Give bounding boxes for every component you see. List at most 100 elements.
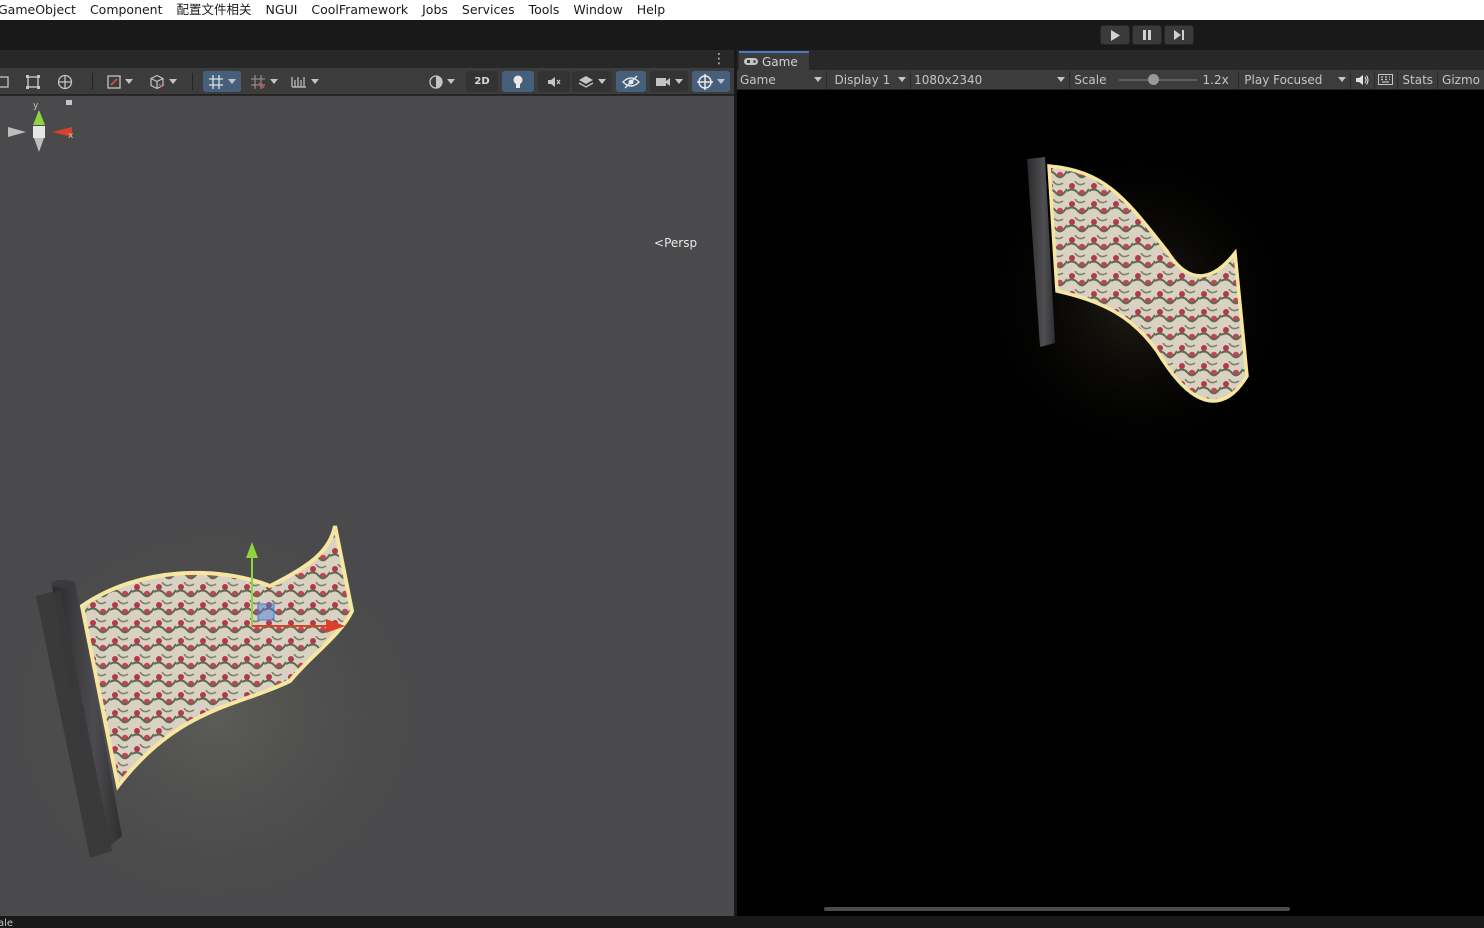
menu-component[interactable]: Component <box>83 0 170 20</box>
resolution-dropdown[interactable]: 1080x2340 <box>911 70 1071 89</box>
game-render <box>967 131 1307 471</box>
scene-render <box>0 496 455 916</box>
tool-partial-button[interactable] <box>0 71 12 92</box>
step-button[interactable] <box>1164 25 1194 45</box>
scene-tab-bar: ⋮ <box>0 50 734 68</box>
play-icon <box>1111 29 1120 41</box>
game-mode-dropdown[interactable]: Game <box>737 70 827 89</box>
persp-label: Persp <box>664 236 698 250</box>
scale-slider[interactable] <box>1118 73 1197 85</box>
pivot-dropdown[interactable] <box>102 71 138 92</box>
draw-mode-dropdown[interactable] <box>424 71 460 92</box>
chevron-down-icon <box>898 77 907 82</box>
chevron-down-icon <box>447 79 455 84</box>
menu-bar: GameObject Component 配置文件相关 NGUI CoolFra… <box>0 0 1484 20</box>
increment-snap-dropdown[interactable] <box>286 71 324 92</box>
menu-coolframework[interactable]: CoolFramework <box>304 0 415 20</box>
scene-toolbar: 2D <box>0 68 734 95</box>
gizmos-dropdown[interactable] <box>692 71 730 92</box>
layers-effects-icon <box>578 75 594 88</box>
pause-button[interactable] <box>1132 25 1162 45</box>
grid-icon <box>209 74 223 89</box>
play-controls <box>1100 25 1194 45</box>
menu-jobs[interactable]: Jobs <box>415 0 455 20</box>
menu-help[interactable]: Help <box>630 0 673 20</box>
chevron-down-icon <box>311 79 319 84</box>
chevron-down-icon <box>125 79 133 84</box>
scale-slider-thumb[interactable] <box>1148 73 1160 85</box>
projection-toggle[interactable]: <Persp <box>654 236 697 250</box>
menu-ngui[interactable]: NGUI <box>259 0 305 20</box>
gizmo-globe-icon <box>697 73 713 90</box>
toggle-2d-button[interactable]: 2D <box>466 71 498 92</box>
display-label: Display 1 <box>834 72 891 87</box>
chevron-down-icon <box>598 79 606 84</box>
tab-game[interactable]: Game <box>739 51 809 70</box>
grid-snap-toggle[interactable] <box>203 71 241 92</box>
gizmos-button[interactable]: Gizmo <box>1438 71 1484 89</box>
lighting-toggle[interactable] <box>502 71 534 92</box>
scene-camera-dropdown[interactable] <box>650 71 688 92</box>
play-mode-dropdown[interactable]: Play Focused <box>1239 70 1351 89</box>
step-icon <box>1173 30 1184 40</box>
horizontal-scrollbar[interactable] <box>824 907 1290 911</box>
menu-tools[interactable]: Tools <box>522 0 567 20</box>
resolution-label: 1080x2340 <box>914 72 983 87</box>
menu-config-files[interactable]: 配置文件相关 <box>170 0 259 20</box>
view-tool-icon <box>0 75 9 88</box>
keyboard-shortcuts-toggle[interactable] <box>1375 70 1399 89</box>
orientation-gizmo[interactable]: y x <box>0 96 90 216</box>
game-tab-bar: Game <box>737 50 1484 70</box>
rect-tool-button[interactable] <box>20 71 46 92</box>
keyboard-icon <box>1378 74 1394 85</box>
display-dropdown[interactable]: Display 1 <box>826 70 912 89</box>
kebab-menu-icon[interactable]: ⋮ <box>712 52 726 66</box>
status-bar: ale <box>0 916 1484 928</box>
shaded-sphere-icon <box>429 74 443 89</box>
game-mode-label: Game <box>740 72 776 87</box>
scale-control: Scale 1.2x <box>1070 70 1240 89</box>
unity-editor-window: GameObject Component 配置文件相关 NGUI CoolFra… <box>0 0 1484 928</box>
scale-label: Scale <box>1074 72 1107 87</box>
pause-icon <box>1143 30 1151 40</box>
menu-window[interactable]: Window <box>566 0 629 20</box>
play-mode-label: Play Focused <box>1244 72 1323 87</box>
effects-dropdown[interactable] <box>572 71 612 92</box>
svg-text:x: x <box>68 131 74 141</box>
audio-toggle[interactable] <box>538 71 570 92</box>
menu-services[interactable]: Services <box>455 0 522 20</box>
game-viewport[interactable] <box>737 91 1484 916</box>
play-button[interactable] <box>1100 25 1130 45</box>
chevron-down-icon <box>717 79 725 84</box>
mute-audio-toggle[interactable] <box>1351 70 1375 89</box>
chevron-down-icon <box>1057 77 1066 82</box>
hidden-objects-toggle[interactable] <box>616 71 646 92</box>
scale-value: 1.2x <box>1202 72 1229 87</box>
eye-hidden-icon <box>622 75 640 88</box>
snap-grid-icon <box>251 74 265 89</box>
camera-icon <box>656 77 670 86</box>
chevron-down-icon <box>169 79 177 84</box>
chevron-down-icon <box>675 79 683 84</box>
global-local-dropdown[interactable] <box>144 71 182 92</box>
pivot-icon <box>107 74 121 89</box>
menu-gameobject[interactable]: GameObject <box>0 0 83 20</box>
transform-tool-icon <box>57 74 73 89</box>
transform-tool-button[interactable] <box>52 71 78 92</box>
ruler-icon <box>291 76 306 88</box>
gamepad-icon <box>744 58 758 65</box>
toolbar-separator <box>92 73 93 90</box>
stats-button[interactable]: Stats <box>1398 70 1439 89</box>
cube-icon <box>150 74 164 89</box>
gizmos-label: Gizmo <box>1442 72 1480 87</box>
stats-label: Stats <box>1402 72 1434 87</box>
toolbar-separator <box>192 73 193 90</box>
scene-viewport[interactable]: y x <Persp <box>0 96 734 916</box>
lightbulb-icon <box>513 75 523 88</box>
snap-increment-dropdown[interactable] <box>246 71 282 92</box>
tab-game-label: Game <box>762 54 798 69</box>
game-panel: Game Game Display 1 1080x2340 Scale 1.2x… <box>737 50 1484 916</box>
toggle-2d-label: 2D <box>474 76 490 87</box>
persp-chevron-icon: < <box>654 236 665 250</box>
rect-tool-icon <box>26 74 40 89</box>
